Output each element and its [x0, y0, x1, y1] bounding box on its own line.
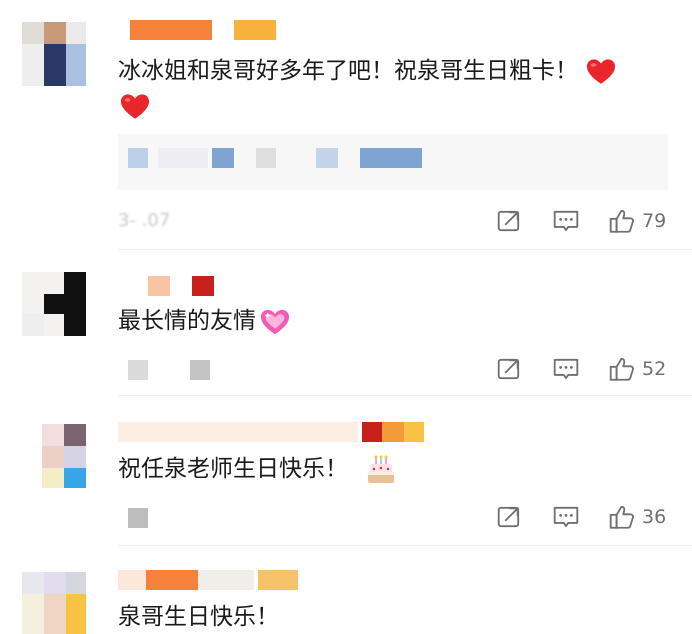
- comment-text: 最长情的友情: [118, 304, 290, 338]
- timestamp-blurred: [128, 508, 148, 528]
- timestamp-blurred: 3- .07: [118, 210, 171, 231]
- like-count: 36: [642, 506, 667, 528]
- username-blurred[interactable]: [130, 20, 280, 40]
- reply-button[interactable]: [552, 502, 580, 532]
- reply-button[interactable]: [552, 206, 580, 236]
- timestamp-blurred: [190, 360, 210, 380]
- share-forward-icon: [496, 208, 522, 234]
- comment-actions: 52: [490, 354, 690, 384]
- comment-item: 祝任泉老师生日快乐！ 36: [0, 396, 692, 546]
- avatar-part: [64, 424, 86, 488]
- red-heart-emoji: [586, 58, 616, 85]
- avatar[interactable]: [22, 272, 86, 336]
- forward-button[interactable]: [496, 354, 522, 384]
- comment-item: 最长情的友情 52: [0, 250, 692, 396]
- reply-preview-blurred[interactable]: [118, 134, 668, 190]
- thumbs-up-icon: [608, 503, 636, 531]
- like-button[interactable]: 36: [608, 502, 666, 532]
- comment-text: 泉哥生日快乐！: [118, 604, 279, 630]
- reply-button[interactable]: [552, 354, 580, 384]
- thumbs-up-icon: [608, 355, 636, 383]
- like-count: 79: [642, 210, 667, 232]
- comment-text: 冰冰姐和泉哥好多年了吧！祝泉哥生日粗卡！: [118, 54, 616, 88]
- like-button[interactable]: 52: [608, 354, 666, 384]
- timestamp-blurred: [128, 360, 148, 380]
- like-count: 52: [642, 358, 667, 380]
- comment-text: 祝任泉老师生日快乐！: [118, 452, 396, 486]
- like-button[interactable]: 79: [608, 206, 666, 236]
- share-forward-icon: [496, 504, 522, 530]
- comment-item: 冰冰姐和泉哥好多年了吧！祝泉哥生日粗卡！ 3- .07 79: [0, 0, 692, 250]
- forward-button[interactable]: [496, 502, 522, 532]
- avatar[interactable]: [22, 572, 86, 634]
- comment-item: 泉哥生日快乐！: [0, 546, 692, 634]
- comment-actions: 79: [490, 206, 690, 236]
- red-heart-emoji: [120, 93, 150, 124]
- comment-bubble-icon: [552, 504, 580, 530]
- username-blurred[interactable]: [148, 276, 228, 296]
- comment-bubble-icon: [552, 208, 580, 234]
- username-blurred[interactable]: [118, 570, 318, 590]
- forward-button[interactable]: [496, 206, 522, 236]
- pink-sparkle-heart-emoji: [260, 309, 290, 334]
- share-forward-icon: [496, 356, 522, 382]
- birthday-cake-emoji: [368, 455, 394, 483]
- username-blurred[interactable]: [118, 422, 428, 442]
- comment-actions: 36: [490, 502, 690, 532]
- avatar[interactable]: [22, 22, 86, 86]
- thumbs-up-icon: [608, 207, 636, 235]
- comment-bubble-icon: [552, 356, 580, 382]
